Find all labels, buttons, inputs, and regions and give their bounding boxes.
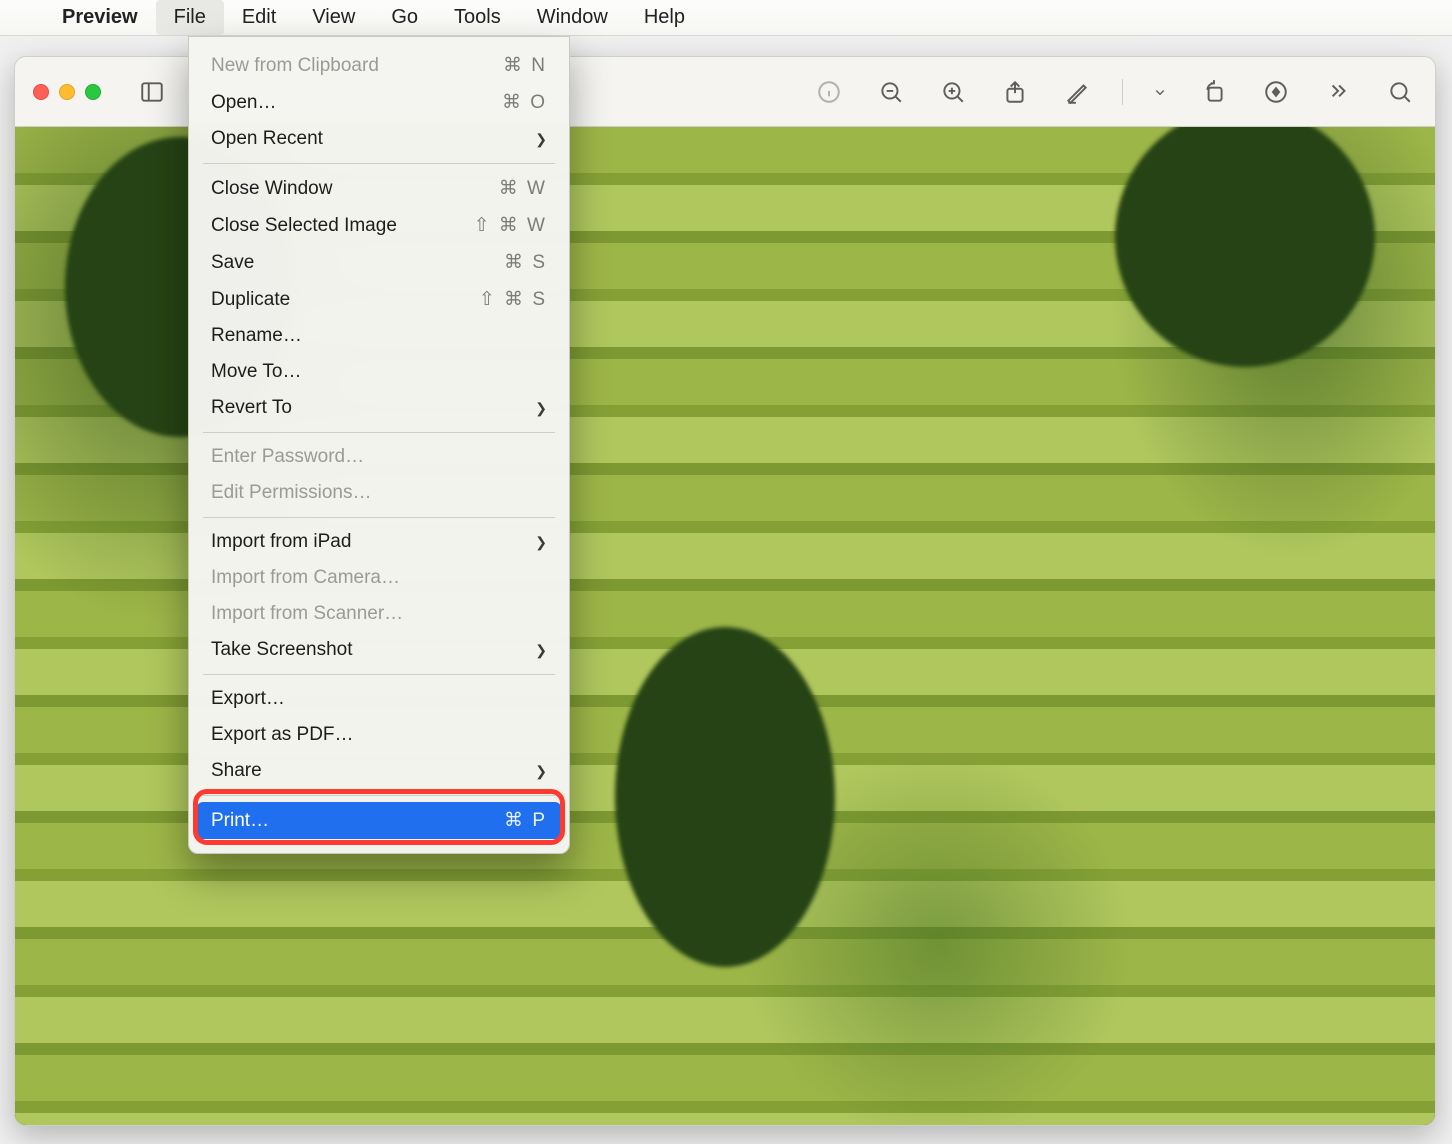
menu-item-close-window[interactable]: Close Window ⌘ W <box>189 170 569 207</box>
rotate-icon[interactable] <box>1197 75 1231 109</box>
info-icon[interactable] <box>812 75 846 109</box>
menu-item-label: Rename… <box>211 325 302 347</box>
submenu-arrow-icon: ❯ <box>535 131 547 148</box>
submenu-arrow-icon: ❯ <box>535 534 547 551</box>
menu-item-enter-password: Enter Password… <box>189 439 569 475</box>
menu-item-import-from-camera: Import from Camera… <box>189 560 569 596</box>
menu-separator <box>203 517 555 518</box>
menu-help[interactable]: Help <box>626 0 703 35</box>
menu-separator <box>203 163 555 164</box>
menu-window[interactable]: Window <box>519 0 626 35</box>
markup-icon[interactable] <box>1060 75 1094 109</box>
menu-item-rename[interactable]: Rename… <box>189 318 569 354</box>
sidebar-icon[interactable] <box>135 75 169 109</box>
menu-item-label: Close Selected Image <box>211 215 397 237</box>
menu-item-import-from-scanner: Import from Scanner… <box>189 596 569 632</box>
menu-item-share[interactable]: Share ❯ <box>189 753 569 789</box>
toolbar-separator <box>1122 79 1123 105</box>
menu-item-label: Edit Permissions… <box>211 482 372 504</box>
menu-item-print[interactable]: Print… ⌘ P <box>197 802 561 839</box>
menu-edit[interactable]: Edit <box>224 0 294 35</box>
menu-tools[interactable]: Tools <box>436 0 519 35</box>
zoom-window-button[interactable] <box>85 84 101 100</box>
app-menu[interactable]: Preview <box>44 0 156 35</box>
submenu-arrow-icon: ❯ <box>535 763 547 780</box>
search-icon[interactable] <box>1383 75 1417 109</box>
menu-shortcut: ⇧ ⌘ W <box>474 214 547 237</box>
menu-item-label: New from Clipboard <box>211 55 379 77</box>
menu-item-export[interactable]: Export… <box>189 681 569 717</box>
traffic-lights <box>33 84 101 100</box>
menu-item-label: Move To… <box>211 361 301 383</box>
minimize-window-button[interactable] <box>59 84 75 100</box>
menu-item-close-selected-image[interactable]: Close Selected Image ⇧ ⌘ W <box>189 207 569 244</box>
menu-view[interactable]: View <box>294 0 373 35</box>
menu-go[interactable]: Go <box>373 0 436 35</box>
zoom-out-icon[interactable] <box>874 75 908 109</box>
menu-item-edit-permissions: Edit Permissions… <box>189 475 569 511</box>
menu-shortcut: ⌘ N <box>503 54 547 77</box>
menu-item-label: Close Window <box>211 178 332 200</box>
menu-shortcut: ⌘ P <box>504 809 547 832</box>
menu-file[interactable]: File <box>156 0 224 35</box>
menu-item-label: Enter Password… <box>211 446 364 468</box>
menu-item-label: Take Screenshot <box>211 639 353 661</box>
menu-item-label: Export as PDF… <box>211 724 354 746</box>
share-icon[interactable] <box>998 75 1032 109</box>
zoom-in-icon[interactable] <box>936 75 970 109</box>
submenu-arrow-icon: ❯ <box>535 642 547 659</box>
menu-item-import-from-ipad[interactable]: Import from iPad ❯ <box>189 524 569 560</box>
menu-item-export-as-pdf[interactable]: Export as PDF… <box>189 717 569 753</box>
menu-shortcut: ⌘ S <box>504 251 547 274</box>
menu-item-label: Open… <box>211 92 276 114</box>
menu-item-revert-to[interactable]: Revert To ❯ <box>189 390 569 426</box>
menu-item-label: Export… <box>211 688 285 710</box>
menu-item-open-recent[interactable]: Open Recent ❯ <box>189 121 569 157</box>
menu-item-duplicate[interactable]: Duplicate ⇧ ⌘ S <box>189 281 569 318</box>
close-window-button[interactable] <box>33 84 49 100</box>
menu-item-open[interactable]: Open… ⌘ O <box>189 84 569 121</box>
menu-item-label: Print… <box>211 810 269 832</box>
menu-item-label: Import from iPad <box>211 531 351 553</box>
submenu-arrow-icon: ❯ <box>535 400 547 417</box>
markup-dropdown-icon[interactable] <box>1151 75 1169 109</box>
menu-separator <box>203 674 555 675</box>
menu-separator <box>203 795 555 796</box>
menu-item-label: Save <box>211 252 254 274</box>
menu-item-label: Duplicate <box>211 289 290 311</box>
menu-item-new-from-clipboard: New from Clipboard ⌘ N <box>189 47 569 84</box>
highlight-icon[interactable] <box>1259 75 1293 109</box>
menu-item-label: Import from Camera… <box>211 567 400 589</box>
menu-shortcut: ⇧ ⌘ S <box>479 288 547 311</box>
menu-shortcut: ⌘ W <box>499 177 547 200</box>
menu-item-move-to[interactable]: Move To… <box>189 354 569 390</box>
menu-shortcut: ⌘ O <box>502 91 547 114</box>
overflow-icon[interactable] <box>1321 75 1355 109</box>
menu-separator <box>203 432 555 433</box>
menu-item-take-screenshot[interactable]: Take Screenshot ❯ <box>189 632 569 668</box>
menu-item-label: Revert To <box>211 397 292 419</box>
menu-item-label: Import from Scanner… <box>211 603 403 625</box>
file-menu-dropdown: New from Clipboard ⌘ N Open… ⌘ O Open Recent… <box>188 36 570 854</box>
menu-item-label: Open Recent <box>211 128 323 150</box>
menu-item-save[interactable]: Save ⌘ S <box>189 244 569 281</box>
menu-item-label: Share <box>211 760 262 782</box>
menubar: Preview File Edit View Go Tools Window H… <box>0 0 1452 36</box>
